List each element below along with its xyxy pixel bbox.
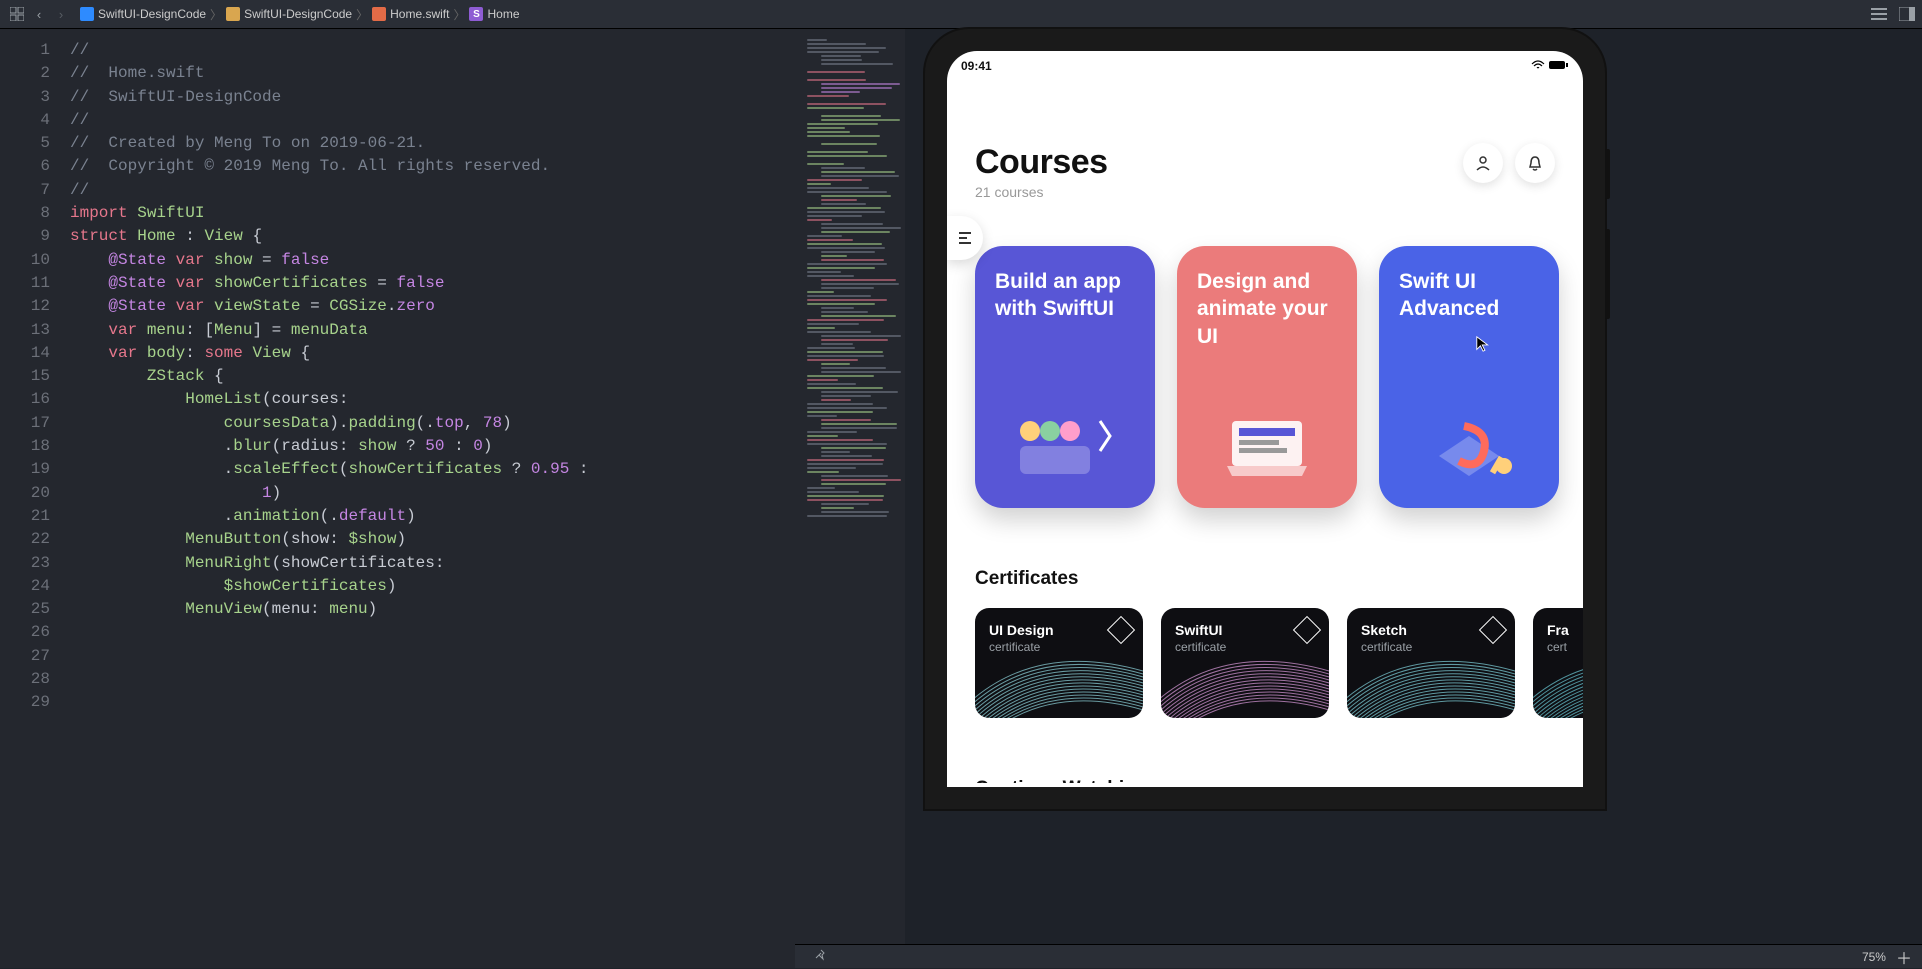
certificate-card[interactable]: SwiftUI certificate <box>1161 608 1329 718</box>
bell-button[interactable] <box>1515 143 1555 183</box>
canvas-status-bar: 75% ＋ <box>795 944 1922 968</box>
certificate-card[interactable]: Sketch certificate <box>1347 608 1515 718</box>
forward-button[interactable]: › <box>50 3 72 25</box>
course-card-title: Swift UI Advanced <box>1399 268 1539 323</box>
continue-watching-heading: Continue Watching <box>975 778 1555 783</box>
struct-icon: S <box>469 7 483 21</box>
course-card-title: Design and animate your UI <box>1197 268 1337 350</box>
course-card-illustration <box>1399 396 1539 486</box>
canvas-preview: 09:41 Courses 21 courses <box>905 29 1922 968</box>
course-card-illustration <box>995 396 1135 486</box>
folder-icon <box>226 7 240 21</box>
related-items-icon[interactable] <box>6 3 28 25</box>
zoom-level[interactable]: 75% <box>1862 950 1886 964</box>
project-icon <box>80 7 94 21</box>
battery-icon <box>1549 59 1569 73</box>
device-frame: 09:41 Courses 21 courses <box>925 29 1605 809</box>
add-preview-button[interactable]: ＋ <box>1896 945 1912 969</box>
certificate-title: Fra <box>1547 622 1583 638</box>
certificates-heading: Certificates <box>975 568 1555 590</box>
back-button[interactable]: ‹ <box>28 3 50 25</box>
device-side-button <box>1605 229 1610 319</box>
certificates-row[interactable]: UI Design certificate SwiftUI certificat… <box>975 608 1555 718</box>
certificate-card[interactable]: Fra cert <box>1533 608 1583 718</box>
status-time: 09:41 <box>961 59 992 73</box>
breadcrumb-item[interactable]: Home.swift <box>372 7 449 21</box>
toolbar: ‹ › SwiftUI-DesignCode 〉 SwiftUI-DesignC… <box>0 0 1922 29</box>
minimap[interactable] <box>795 29 905 968</box>
swift-file-icon <box>372 7 386 21</box>
toggle-canvas-icon[interactable] <box>1898 5 1916 23</box>
page-subtitle: 21 courses <box>975 184 1108 200</box>
status-bar: 09:41 <box>947 51 1583 73</box>
certificate-card[interactable]: UI Design certificate <box>975 608 1143 718</box>
profile-button[interactable] <box>1463 143 1503 183</box>
breadcrumb-item[interactable]: SwiftUI-DesignCode <box>226 7 352 21</box>
certificate-wave-art <box>1347 638 1515 718</box>
adjust-editor-icon[interactable] <box>1870 5 1888 23</box>
device-screen[interactable]: 09:41 Courses 21 courses <box>947 51 1583 787</box>
breadcrumb: SwiftUI-DesignCode 〉 SwiftUI-DesignCode … <box>80 6 520 23</box>
course-card[interactable]: Design and animate your UI <box>1177 246 1357 508</box>
course-card[interactable]: Swift UI Advanced <box>1379 246 1559 508</box>
certificate-wave-art <box>1533 638 1583 718</box>
code-content[interactable]: //// Home.swift// SwiftUI-DesignCode////… <box>60 29 795 968</box>
breadcrumb-item[interactable]: SwiftUI-DesignCode <box>80 7 206 21</box>
code-editor[interactable]: 1234567891011121314151617181920212223242… <box>0 29 795 968</box>
line-number-gutter: 1234567891011121314151617181920212223242… <box>0 29 60 968</box>
certificate-wave-art <box>975 638 1143 718</box>
device-side-button <box>1605 149 1610 199</box>
courses-row[interactable]: Build an app with SwiftUI Design and anim… <box>975 246 1555 508</box>
course-card-illustration <box>1197 396 1337 486</box>
pin-preview-icon[interactable] <box>815 949 827 964</box>
wifi-icon <box>1531 59 1545 73</box>
certificate-wave-art <box>1161 638 1329 718</box>
breadcrumb-item[interactable]: SHome <box>469 7 519 21</box>
page-title: Courses <box>975 143 1108 182</box>
course-card[interactable]: Build an app with SwiftUI <box>975 246 1155 508</box>
course-card-title: Build an app with SwiftUI <box>995 268 1135 323</box>
